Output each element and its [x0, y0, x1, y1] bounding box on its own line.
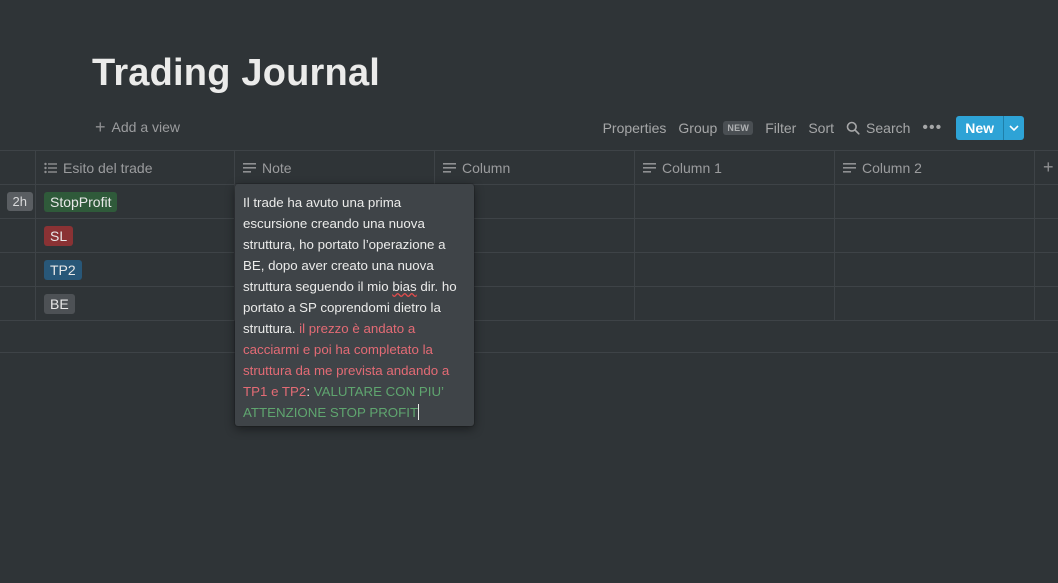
- header-cell-column-1[interactable]: Column 1: [635, 151, 835, 184]
- more-options-icon[interactable]: •••: [922, 119, 942, 137]
- partial-cell[interactable]: 2h: [0, 185, 36, 218]
- search-icon: [846, 121, 860, 135]
- header-cell-partial[interactable]: [0, 151, 36, 184]
- group-label: Group: [678, 120, 718, 136]
- esito-tag: BE: [44, 293, 75, 314]
- new-dropdown-button[interactable]: [1003, 116, 1024, 140]
- new-row-area[interactable]: [0, 321, 1058, 353]
- esito-tag: StopProfit: [44, 191, 118, 212]
- sort-button[interactable]: Sort: [808, 120, 834, 136]
- text-icon: [243, 162, 256, 173]
- partial-cell[interactable]: [0, 287, 36, 320]
- table-row[interactable]: TP2: [0, 253, 1058, 287]
- esito-tag: TP2: [44, 259, 82, 280]
- group-button[interactable]: Group NEW: [678, 120, 754, 136]
- header-label: Esito del trade: [63, 159, 153, 176]
- header-cell-column-2[interactable]: Column 2: [835, 151, 1035, 184]
- esito-cell[interactable]: TP2: [36, 253, 235, 286]
- column-1-cell[interactable]: [635, 253, 835, 286]
- new-button[interactable]: New: [956, 116, 1003, 140]
- database-table: Esito del trade Note Column Column 1 Col…: [0, 150, 1058, 353]
- plus-icon: +: [1043, 157, 1054, 177]
- page: Trading Journal + Add a view Properties …: [0, 0, 1058, 583]
- esito-cell[interactable]: SL: [36, 219, 235, 252]
- column-2-cell[interactable]: [835, 253, 1035, 286]
- filter-button[interactable]: Filter: [765, 120, 796, 136]
- add-view-label: Add a view: [111, 119, 180, 135]
- header-label: Column 1: [662, 159, 722, 176]
- text-cursor: [418, 404, 420, 420]
- table-header: Esito del trade Note Column Column 1 Col…: [0, 150, 1058, 185]
- plus-icon: +: [95, 117, 106, 137]
- header-label: Column: [462, 159, 511, 176]
- text-icon: [443, 162, 456, 173]
- column-1-cell[interactable]: [635, 287, 835, 320]
- column-2-cell[interactable]: [835, 185, 1035, 218]
- search-label: Search: [866, 120, 911, 136]
- row-end-cell: [1035, 287, 1058, 320]
- chevron-down-icon: [1009, 125, 1019, 131]
- partial-cell[interactable]: [0, 219, 36, 252]
- search-button[interactable]: Search: [846, 120, 910, 136]
- esito-cell[interactable]: StopProfit: [36, 185, 235, 218]
- text-icon: [843, 162, 856, 173]
- row-end-cell: [1035, 253, 1058, 286]
- esito-tag: SL: [44, 225, 74, 246]
- note-text-colon: :: [306, 384, 314, 399]
- add-column-button[interactable]: +: [1035, 151, 1058, 184]
- database-toolbar: Properties Group NEW Filter Sort Search …: [603, 116, 1024, 140]
- row-end-cell: [1035, 219, 1058, 252]
- add-view-button[interactable]: + Add a view: [95, 117, 180, 137]
- partial-cell[interactable]: [0, 253, 36, 286]
- table-row[interactable]: BE: [0, 287, 1058, 321]
- text-icon: [643, 162, 656, 173]
- note-text-misspelled: bias: [392, 279, 417, 294]
- table-row[interactable]: 2h StopProfit: [0, 185, 1058, 219]
- esito-cell[interactable]: BE: [36, 287, 235, 320]
- partial-tag: 2h: [6, 192, 33, 211]
- note-editor-popup[interactable]: Il trade ha avuto una prima escursione c…: [235, 184, 474, 426]
- header-label: Note: [262, 159, 292, 176]
- new-badge: NEW: [723, 121, 754, 135]
- header-cell-column[interactable]: Column: [435, 151, 635, 184]
- column-2-cell[interactable]: [835, 287, 1035, 320]
- header-cell-esito[interactable]: Esito del trade: [36, 151, 235, 184]
- column-1-cell[interactable]: [635, 219, 835, 252]
- column-2-cell[interactable]: [835, 219, 1035, 252]
- table-row[interactable]: SL: [0, 219, 1058, 253]
- page-title: Trading Journal: [92, 52, 381, 94]
- row-end-cell: [1035, 185, 1058, 218]
- new-button-group: New: [956, 116, 1024, 140]
- header-cell-note[interactable]: Note: [235, 151, 435, 184]
- properties-button[interactable]: Properties: [603, 120, 667, 136]
- header-label: Column 2: [862, 159, 922, 176]
- column-1-cell[interactable]: [635, 185, 835, 218]
- list-icon: [44, 162, 57, 173]
